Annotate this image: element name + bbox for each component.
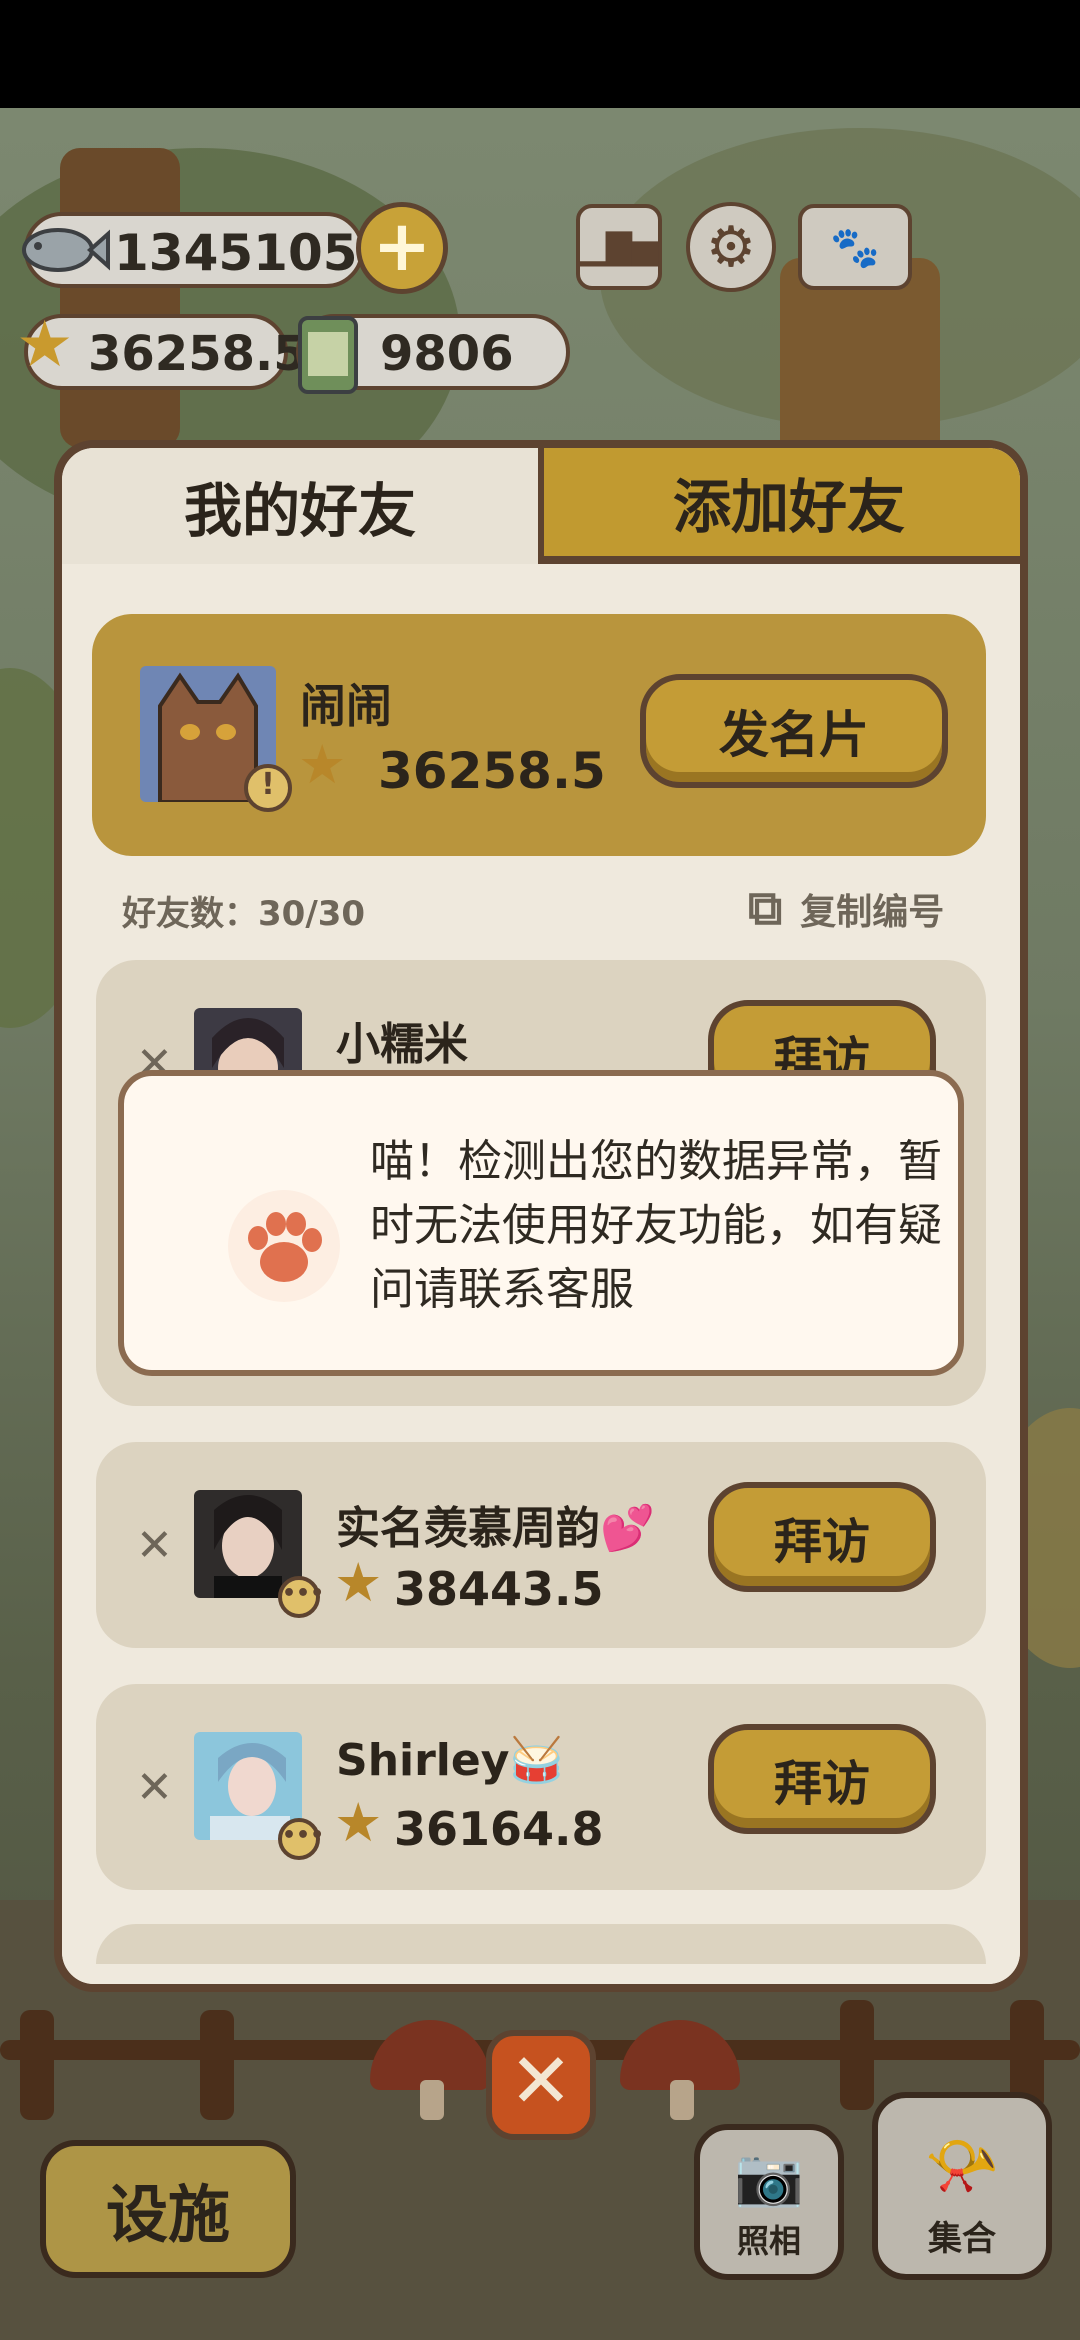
tab-add-friends-label: 添加好友 [672,473,905,541]
more-badge-icon: ••• [278,1818,324,1860]
my-name: 闹闹 [300,679,392,733]
friend-name: Shirley🥁 [336,1735,565,1786]
friend-score: 38443.5 [394,1562,604,1616]
error-toast: 喵！检测出您的数据异常，暂时无法使用好友功能，如有疑问请联系客服 [118,1070,964,1376]
friend-score: 36164.8 [394,1802,604,1856]
album-button[interactable]: 🐾 [798,204,912,290]
list-item [96,1924,986,1964]
camera-icon: 📷 [734,2145,804,2210]
add-currency-button[interactable]: + [356,202,448,294]
alert-badge-icon: ! [244,764,292,812]
copy-id-button[interactable]: ⧉ 复制编号 [748,880,944,937]
podium-icon: ▁▇▅ [579,227,659,267]
facilities-button[interactable]: 设施 [40,2140,296,2278]
my-score: 36258.5 [378,742,606,800]
friend-count: 好友数：30/30 [122,894,366,934]
close-button[interactable]: ✕ [486,2030,596,2140]
star-icon: ★ [16,308,74,382]
paw-icon [228,1190,340,1302]
status-bar [0,0,1080,108]
send-card-button[interactable]: 发名片 [640,674,948,788]
can-icon [298,316,358,394]
whistle-icon: 📯 [924,2131,1000,2201]
gather-button[interactable]: 📯 集合 [872,2092,1052,2280]
facilities-label: 设施 [105,2178,230,2251]
star-icon: ★ [298,733,347,796]
visit-button[interactable]: 拜访 [708,1724,936,1834]
close-icon: ✕ [509,2036,573,2125]
send-card-label: 发名片 [719,706,869,764]
gear-icon: ⚙ [705,214,757,280]
tab-add-friends[interactable]: 添加好友 [544,448,1020,564]
can-count: 9806 [380,326,514,382]
remove-friend-icon[interactable]: ✕ [136,1762,173,1813]
friend-name: 小糯米 [336,1019,468,1070]
ranking-button[interactable]: ▁▇▅ [576,204,662,290]
visit-label: 拜访 [773,1756,870,1812]
tab-my-friends-label: 我的好友 [183,477,416,545]
camera-button[interactable]: 📷 照相 [694,2124,844,2280]
gather-label: 集合 [928,2219,996,2259]
star-icon: ★ [334,1791,383,1854]
star-icon: ★ [334,1551,383,1614]
friend-name: 实名羡慕周韵💕 [336,1503,655,1554]
remove-friend-icon[interactable]: ✕ [136,1520,173,1571]
visit-button[interactable]: 拜访 [708,1482,936,1592]
fish-count: 13451051 [114,224,393,282]
fish-icon [22,228,110,272]
camera-label: 照相 [736,2222,801,2260]
copy-icon: ⧉ [748,880,783,936]
paw-book-icon: 🐾 [830,224,880,271]
star-count: 36258.5 [88,326,307,382]
visit-label: 拜访 [773,1514,870,1570]
copy-id-label: 复制编号 [800,891,945,933]
tab-my-friends[interactable]: 我的好友 [62,448,544,564]
toast-message: 喵！检测出您的数据异常，暂时无法使用好友功能，如有疑问请联系客服 [370,1136,942,1315]
settings-button[interactable]: ⚙ [686,202,776,292]
more-badge-icon: ••• [278,1576,324,1618]
